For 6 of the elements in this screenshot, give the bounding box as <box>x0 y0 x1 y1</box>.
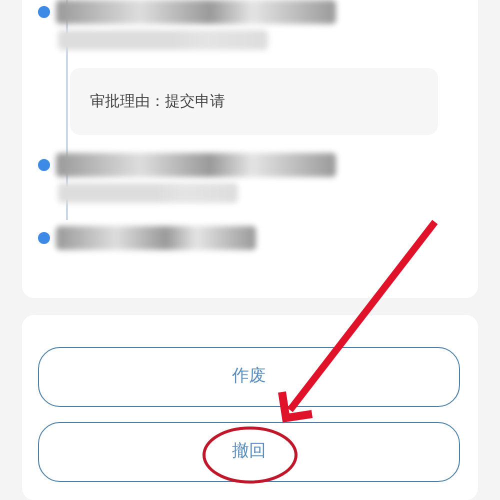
timeline-dot <box>38 232 50 244</box>
timeline-dot <box>38 6 50 18</box>
timeline-dot <box>38 159 50 171</box>
approval-reason: 审批理由：提交申请 <box>70 68 438 135</box>
action-button[interactable]: 撤回 <box>38 422 460 482</box>
action-button[interactable]: 作废 <box>38 347 460 407</box>
